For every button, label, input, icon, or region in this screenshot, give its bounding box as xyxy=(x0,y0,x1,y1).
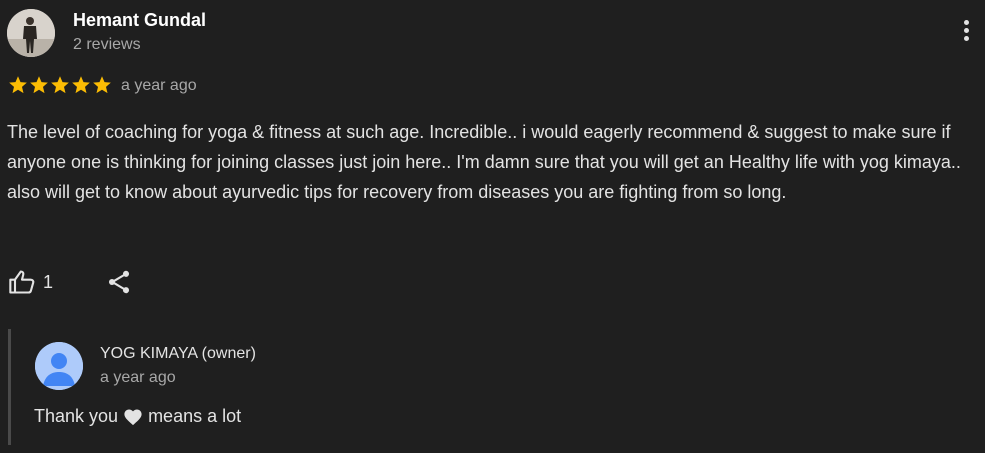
star-icon xyxy=(30,76,48,94)
reviewer-review-count: 2 reviews xyxy=(73,36,141,53)
star-icon xyxy=(9,76,27,94)
star-icon xyxy=(93,76,111,94)
share-button[interactable] xyxy=(105,268,133,296)
review-card: Hemant Gundal 2 reviews a year ago The l… xyxy=(0,0,985,453)
reviewer-photo xyxy=(7,9,55,57)
owner-reply: YOG KIMAYA (owner) a year ago Thank you … xyxy=(8,329,971,445)
person-icon xyxy=(35,342,83,390)
owner-reply-text: Thank you means a lot xyxy=(34,406,241,427)
review-text: The level of coaching for yoga & fitness… xyxy=(7,122,961,202)
like-count: 1 xyxy=(43,272,54,292)
star-icon xyxy=(51,76,69,94)
review-time: a year ago xyxy=(121,77,197,94)
star-rating xyxy=(8,75,112,95)
reviewer-avatar[interactable] xyxy=(7,9,55,57)
thumb-up-icon xyxy=(9,270,35,294)
more-options-button[interactable] xyxy=(956,18,976,48)
like-button[interactable] xyxy=(8,268,36,296)
owner-name: YOG KIMAYA (owner) xyxy=(100,345,256,362)
more-vert-dot xyxy=(963,36,969,41)
owner-reply-time: a year ago xyxy=(100,369,176,386)
share-icon xyxy=(108,270,130,294)
owner-avatar xyxy=(35,342,83,390)
reply-text-after: means a lot xyxy=(148,406,242,426)
star-icon xyxy=(72,76,90,94)
reviewer-name[interactable]: Hemant Gundal xyxy=(73,10,206,31)
heart-icon xyxy=(124,408,142,425)
more-vert-icon xyxy=(963,20,969,25)
more-vert-dot xyxy=(963,28,969,33)
reply-text-before: Thank you xyxy=(34,406,119,426)
